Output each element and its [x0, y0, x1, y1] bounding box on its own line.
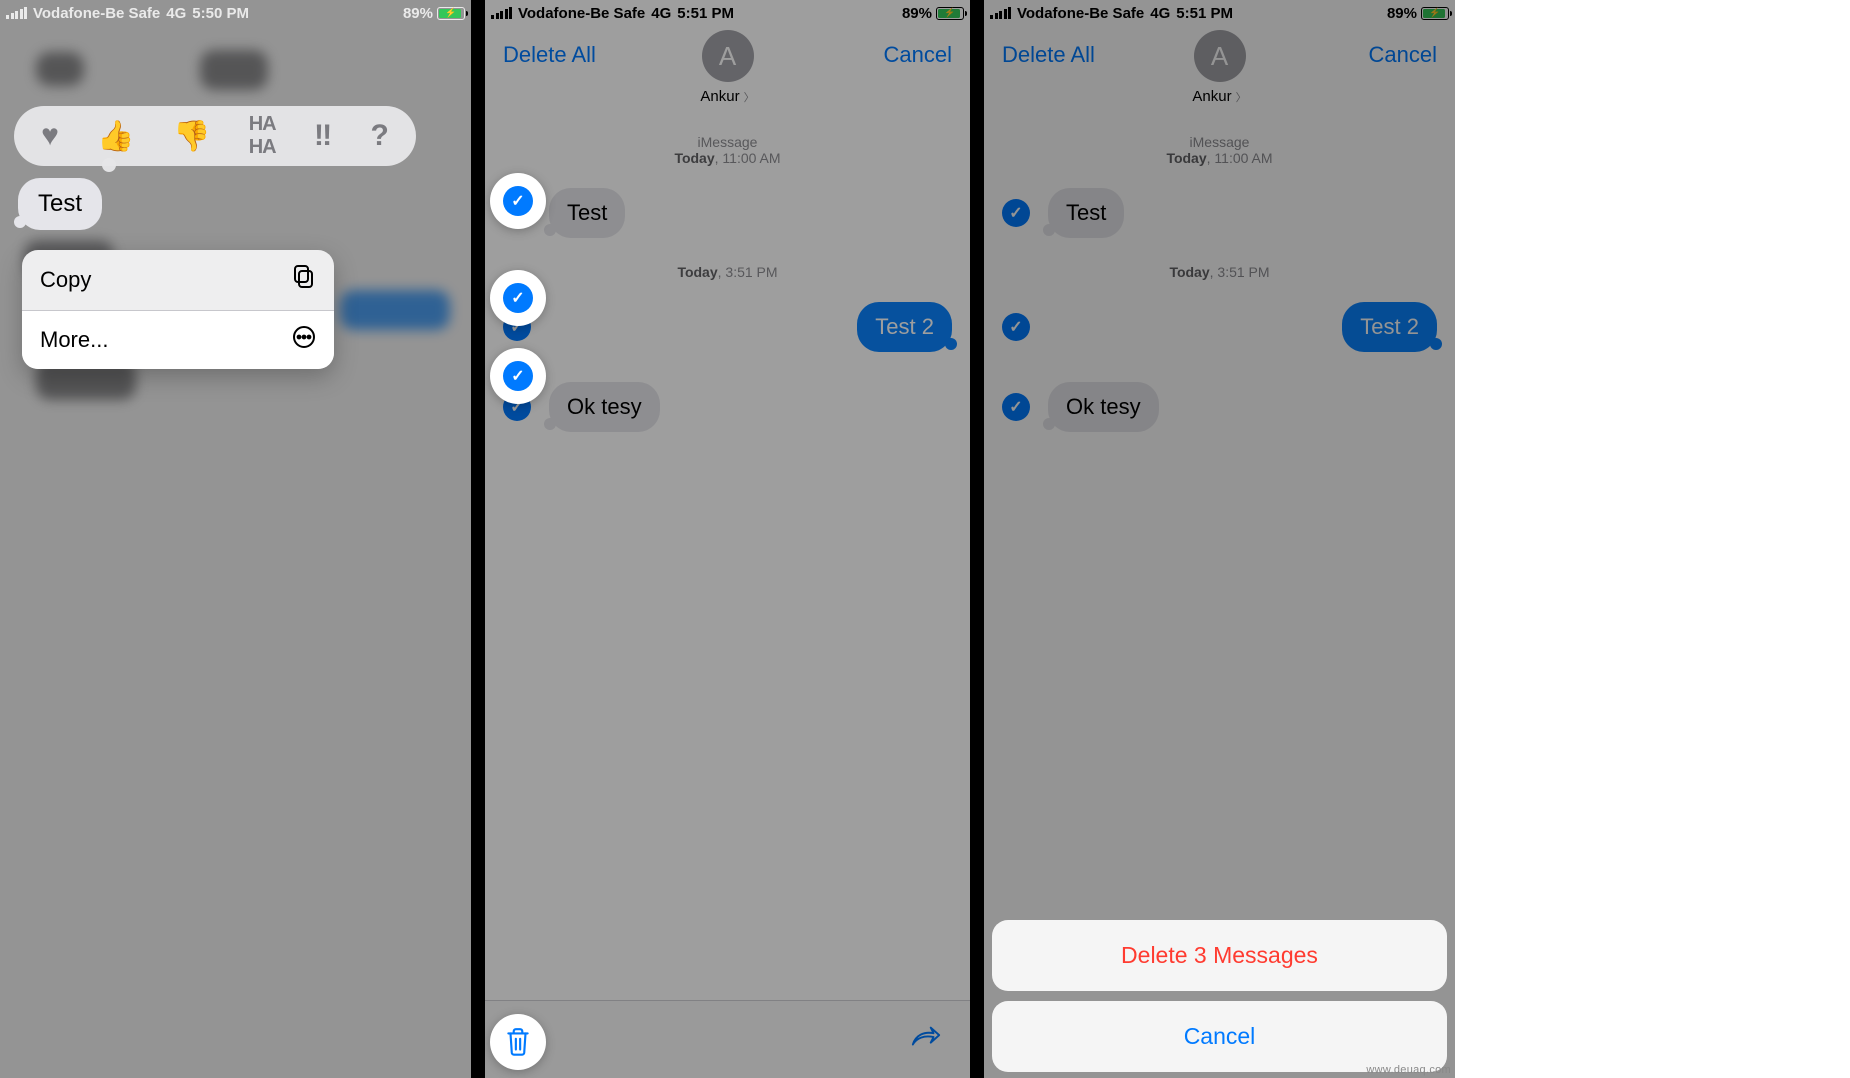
screenshot-3: Vodafone-Be Safe 4G 5:51 PM 89% ⚡ Delete… [984, 0, 1455, 1078]
context-copy[interactable]: Copy [22, 250, 334, 310]
action-sheet-cancel-button[interactable]: Cancel [992, 1001, 1447, 1072]
context-menu: Copy More... [22, 250, 334, 369]
highlight-check-3: ✓ [490, 348, 546, 404]
screenshot-1: Vodafone-Be Safe 4G 5:50 PM 89% ⚡ ♥ 👍 👎 … [0, 0, 471, 1078]
exclaim-icon[interactable]: ‼ [314, 119, 332, 153]
context-copy-label: Copy [40, 267, 91, 293]
carrier-label: Vodafone-Be Safe [33, 5, 160, 22]
highlight-trash [490, 1014, 546, 1070]
selected-message-bubble: Test [18, 178, 102, 230]
copy-icon [292, 264, 316, 296]
context-more-label: More... [40, 327, 108, 353]
battery-icon: ⚡ [437, 7, 465, 20]
context-more[interactable]: More... [22, 311, 334, 369]
question-icon[interactable]: ? [370, 119, 388, 153]
network-label: 4G [166, 5, 186, 22]
highlight-check-2: ✓ [490, 270, 546, 326]
heart-icon[interactable]: ♥ [41, 119, 59, 153]
highlight-check-1: ✓ [490, 173, 546, 229]
tapback-bar: ♥ 👍 👎 HAHA ‼ ? [14, 106, 416, 166]
action-sheet: Delete 3 Messages Cancel [992, 920, 1447, 1072]
battery-pct: 89% [403, 5, 433, 22]
message-text: Test [38, 190, 82, 217]
clock: 5:50 PM [192, 5, 249, 22]
more-icon [292, 325, 316, 355]
haha-icon[interactable]: HAHA [249, 113, 276, 159]
thumbs-down-icon[interactable]: 👎 [173, 119, 210, 154]
screenshot-2: Vodafone-Be Safe 4G 5:51 PM 89% ⚡ Delete… [485, 0, 970, 1078]
signal-icon [6, 7, 27, 19]
thumbs-up-icon[interactable]: 👍 [97, 119, 134, 154]
watermark: www.deuaq.com [1366, 1064, 1451, 1076]
delete-messages-button[interactable]: Delete 3 Messages [992, 920, 1447, 991]
